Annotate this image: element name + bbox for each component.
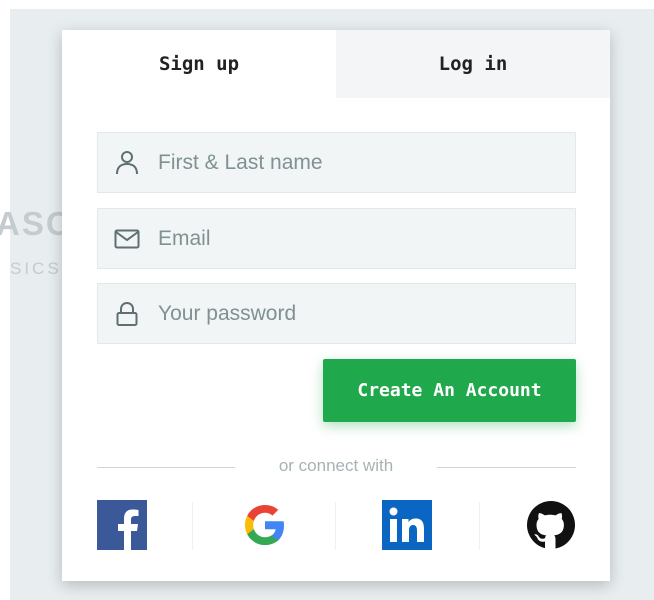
divider-text: or connect with [278,456,394,475]
google-login-button[interactable] [240,502,290,552]
auth-tabs: Sign up Log in [62,30,610,98]
github-login-button[interactable] [526,500,576,554]
create-account-button[interactable]: Create An Account [323,359,576,422]
signup-card: Sign up Log in Create An Acc [62,30,610,581]
social-separator [479,502,480,550]
lock-icon [114,301,140,327]
password-field[interactable] [97,283,576,344]
user-icon [114,150,140,176]
github-icon [526,500,576,554]
background-tagline-text: SICS. [10,259,70,278]
tab-log-in[interactable]: Log in [336,30,610,98]
name-input[interactable] [156,149,560,176]
google-icon [240,500,290,554]
tab-sign-up[interactable]: Sign up [62,30,336,98]
linkedin-login-button[interactable] [382,500,432,554]
social-separator [335,502,336,550]
linkedin-icon [382,500,432,554]
envelope-icon [114,226,140,252]
facebook-login-button[interactable] [97,500,147,554]
background-brand-text: ASC [0,205,72,242]
divider-line-right [437,467,576,468]
divider-line-left [97,467,235,468]
email-input[interactable] [156,225,560,252]
facebook-icon [97,500,147,554]
name-field[interactable] [97,132,576,193]
password-input[interactable] [156,300,560,327]
email-field[interactable] [97,208,576,269]
social-separator [192,502,193,550]
